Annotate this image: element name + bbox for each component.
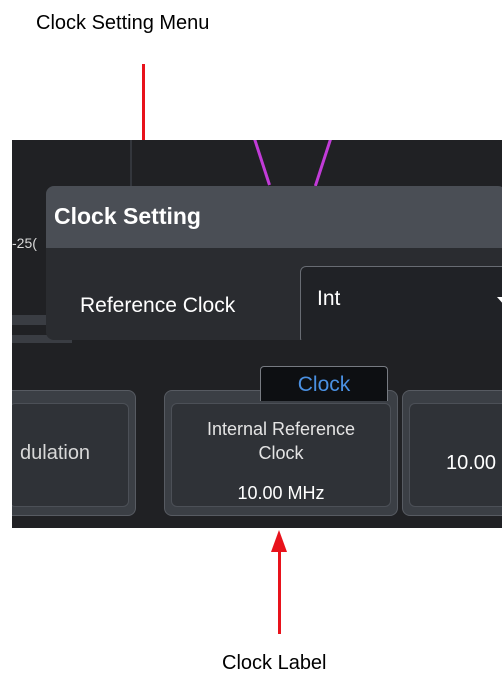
axis-tick-label: -25( (12, 235, 37, 251)
dialog-title: Clock Setting (54, 203, 201, 229)
clock-softkey-title-line1: Internal Reference (206, 419, 356, 439)
bottom-arrow-head (271, 530, 287, 552)
reference-clock-select[interactable]: Int (300, 266, 502, 340)
modulation-softkey-face: dulation (12, 403, 129, 507)
clock-label-tab: Clock (260, 366, 388, 401)
chevron-down-icon (497, 297, 502, 306)
frequency-softkey[interactable]: 10.00 (402, 390, 502, 516)
grid-line (130, 140, 132, 190)
clock-softkey-value: 10.00 MHz (237, 483, 325, 503)
modulation-softkey[interactable]: dulation (12, 390, 136, 516)
bottom-arrow-shaft (278, 550, 281, 634)
frequency-softkey-value: 10.00 (446, 452, 497, 474)
modulation-softkey-label: dulation (20, 442, 91, 464)
frequency-softkey-face: 10.00 (409, 403, 502, 507)
trace-line-right (313, 140, 333, 187)
reference-clock-label: Reference Clock (80, 294, 236, 317)
reference-clock-selected-value: Int (317, 287, 341, 310)
clock-setting-dialog: Clock Setting Reference Clock Int (46, 186, 502, 340)
internal-reference-clock-softkey[interactable]: Internal Reference Clock 10.00 MHz (164, 390, 398, 516)
clock-setting-menu-annotation: Clock Setting Menu (36, 12, 210, 34)
clock-label-text: Clock (297, 373, 351, 396)
instrument-screen: -25( Clock Setting Reference Clock Int d… (12, 140, 502, 528)
clock-softkey-title-line2: Clock (258, 443, 304, 463)
clock-label-annotation: Clock Label (222, 652, 327, 674)
clock-softkey-face: Internal Reference Clock 10.00 MHz (171, 403, 391, 507)
trace-line-left (252, 140, 271, 186)
dialog-header: Clock Setting (46, 186, 502, 248)
